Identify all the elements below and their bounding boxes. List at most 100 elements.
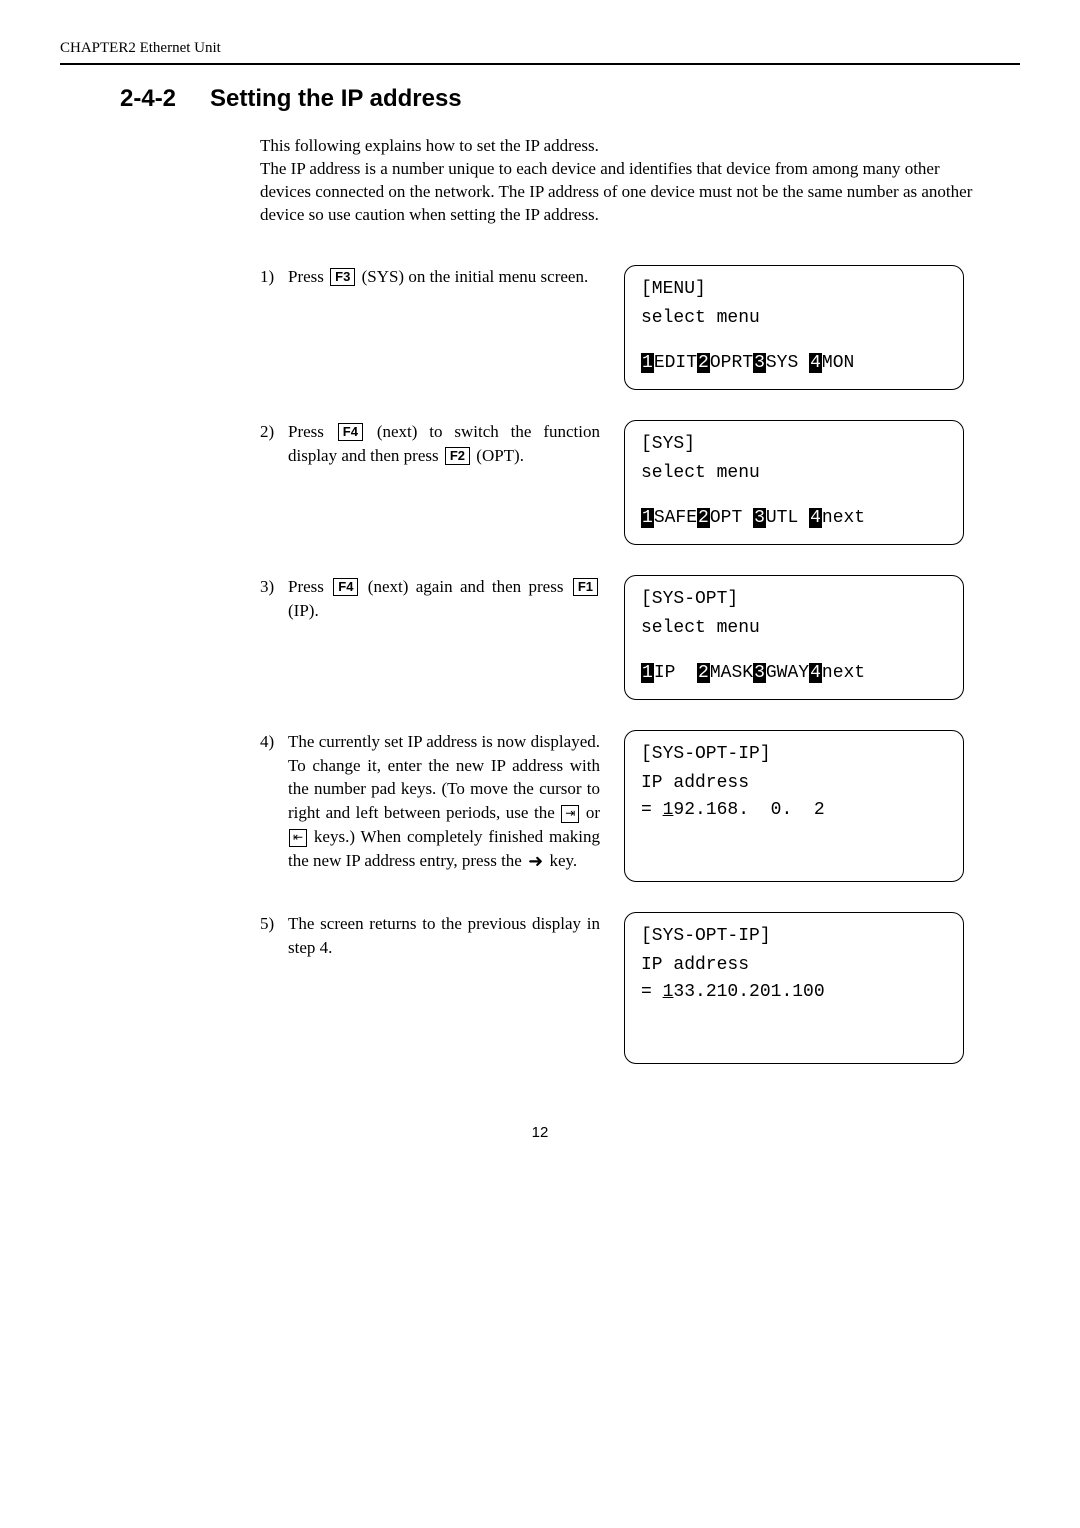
sk-so-4: 4 (809, 663, 822, 683)
screen-ip1-blank (641, 842, 947, 869)
screen-sysopt-title: [SYS-OPT] (641, 586, 947, 613)
step-5-body: The screen returns to the previous displ… (288, 912, 600, 960)
f4-key-b: F4 (333, 578, 358, 596)
step-4-text: 4) The currently set IP address is now d… (260, 730, 600, 874)
step-4-row: 4) The currently set IP address is now d… (260, 730, 1020, 882)
ip1-rest: 92.168. 0. 2 (673, 800, 824, 820)
step-2-num: 2) (260, 420, 288, 468)
step-5-row: 5) The screen returns to the previous di… (260, 912, 1020, 1064)
sk-so-1: 1 (641, 663, 654, 683)
sk-so-l4: next (822, 663, 865, 683)
step-1-text: 1) Press F3 (SYS) on the initial menu sc… (260, 265, 600, 289)
step-5-num: 5) (260, 912, 288, 960)
step-2-row: 2) Press F4 (next) to switch the functio… (260, 420, 1020, 545)
intro-block: This following explains how to set the I… (260, 135, 980, 227)
step-4-or: or (580, 803, 600, 822)
sk-so-3: 3 (753, 663, 766, 683)
f4-key-a: F4 (338, 423, 363, 441)
step-3-pre: Press (288, 577, 331, 596)
ip1-cursor-char: 1 (663, 800, 674, 820)
screen-ip2-blank (641, 1024, 947, 1051)
step-4-t1: The currently set IP address is now disp… (288, 732, 600, 822)
ip2-rest: 33.210.201.100 (673, 982, 824, 1002)
steps-area: 1) Press F3 (SYS) on the initial menu sc… (260, 265, 1020, 1064)
sk-menu-l2: OPRT (710, 353, 753, 373)
screen-ip1: [SYS-OPT-IP] IP address = 192.168. 0. 2 (624, 730, 964, 882)
screen-menu: [MENU] select menu 1EDIT2OPRT3SYS 4MON (624, 265, 964, 390)
step-1-num: 1) (260, 265, 288, 289)
screen-sys-line1: select menu (641, 460, 947, 487)
sk-sys-l1: SAFE (654, 508, 697, 528)
ip2-cursor-char: 1 (663, 982, 674, 1002)
sk-sys-l4: next (822, 508, 865, 528)
screen-menu-title: [MENU] (641, 276, 947, 303)
step-1-row: 1) Press F3 (SYS) on the initial menu sc… (260, 265, 1020, 390)
intro-p2: The IP address is a number unique to eac… (260, 158, 980, 227)
sk-sys-2: 2 (697, 508, 710, 528)
running-header: CHAPTER2 Ethernet Unit (60, 40, 1020, 57)
step-3-mid: (next) again and then press (360, 577, 570, 596)
step-1-pre: Press (288, 267, 328, 286)
step-4-t3: key. (545, 851, 577, 870)
ip1-eq: = (641, 800, 663, 820)
screen-ip2: [SYS-OPT-IP] IP address = 133.210.201.10… (624, 912, 964, 1064)
sk-sys-4: 4 (809, 508, 822, 528)
header-rule (60, 63, 1020, 65)
sk-sys-l2: OPT (710, 508, 753, 528)
step-3-body: Press F4 (next) again and then press F1 … (288, 575, 600, 623)
sk-menu-2: 2 (697, 353, 710, 373)
sk-menu-l1: EDIT (654, 353, 697, 373)
sk-so-l1: IP (654, 663, 697, 683)
screen-sys-title: [SYS] (641, 431, 947, 458)
section-title-text: Setting the IP address (210, 85, 462, 112)
step-3-row: 3) Press F4 (next) again and then press … (260, 575, 1020, 700)
screen-ip2-title: [SYS-OPT-IP] (641, 923, 947, 950)
section-number: 2-4-2 (120, 85, 176, 113)
step-4-body: The currently set IP address is now disp… (288, 730, 600, 874)
screen-sysopt-line1: select menu (641, 615, 947, 642)
intro-p1: This following explains how to set the I… (260, 135, 980, 158)
screen-menu-softkeys: 1EDIT2OPRT3SYS 4MON (641, 350, 947, 377)
sk-sys-l3: UTL (766, 508, 809, 528)
f2-key: F2 (445, 447, 470, 465)
sk-menu-l3: SYS (766, 353, 809, 373)
sk-sys-1: 1 (641, 508, 654, 528)
screen-ip2-line1: IP address (641, 952, 947, 979)
screen-sysopt: [SYS-OPT] select menu 1IP 2MASK3GWAY4nex… (624, 575, 964, 700)
step-3-text: 3) Press F4 (next) again and then press … (260, 575, 600, 623)
step-2-body: Press F4 (next) to switch the function d… (288, 420, 600, 468)
enter-arrow-icon: ➜ (528, 849, 543, 874)
screen-menu-line1: select menu (641, 305, 947, 332)
step-3-post: (IP). (288, 601, 319, 620)
screen-ip2-value: = 133.210.201.100 (641, 979, 947, 1006)
sk-menu-l4: MON (822, 353, 854, 373)
step-1-body: Press F3 (SYS) on the initial menu scree… (288, 265, 600, 289)
cursor-left-key-icon: ⇤ (289, 829, 307, 847)
screen-ip1-title: [SYS-OPT-IP] (641, 741, 947, 768)
screen-ip1-value: = 192.168. 0. 2 (641, 797, 947, 824)
step-2-post: (OPT). (472, 446, 524, 465)
sk-so-l2: MASK (710, 663, 753, 683)
screen-sys-softkeys: 1SAFE2OPT 3UTL 4next (641, 505, 947, 532)
sk-so-2: 2 (697, 663, 710, 683)
ip2-eq: = (641, 982, 663, 1002)
section-title: 2-4-2 Setting the IP address (120, 85, 1020, 113)
page-number: 12 (60, 1124, 1020, 1141)
screen-ip1-line1: IP address (641, 770, 947, 797)
step-2-text: 2) Press F4 (next) to switch the functio… (260, 420, 600, 468)
f1-key: F1 (573, 578, 598, 596)
step-4-num: 4) (260, 730, 288, 874)
cursor-right-key-icon: ⇥ (561, 805, 579, 823)
sk-menu-3: 3 (753, 353, 766, 373)
step-5-text: 5) The screen returns to the previous di… (260, 912, 600, 960)
sk-so-l3: GWAY (766, 663, 809, 683)
step-2-pre: Press (288, 422, 336, 441)
step-1-post: (SYS) on the initial menu screen. (357, 267, 588, 286)
sk-menu-4: 4 (809, 353, 822, 373)
screen-sysopt-softkeys: 1IP 2MASK3GWAY4next (641, 660, 947, 687)
screen-sys: [SYS] select menu 1SAFE2OPT 3UTL 4next (624, 420, 964, 545)
step-3-num: 3) (260, 575, 288, 623)
f3-key: F3 (330, 268, 355, 286)
sk-menu-1: 1 (641, 353, 654, 373)
sk-sys-3: 3 (753, 508, 766, 528)
